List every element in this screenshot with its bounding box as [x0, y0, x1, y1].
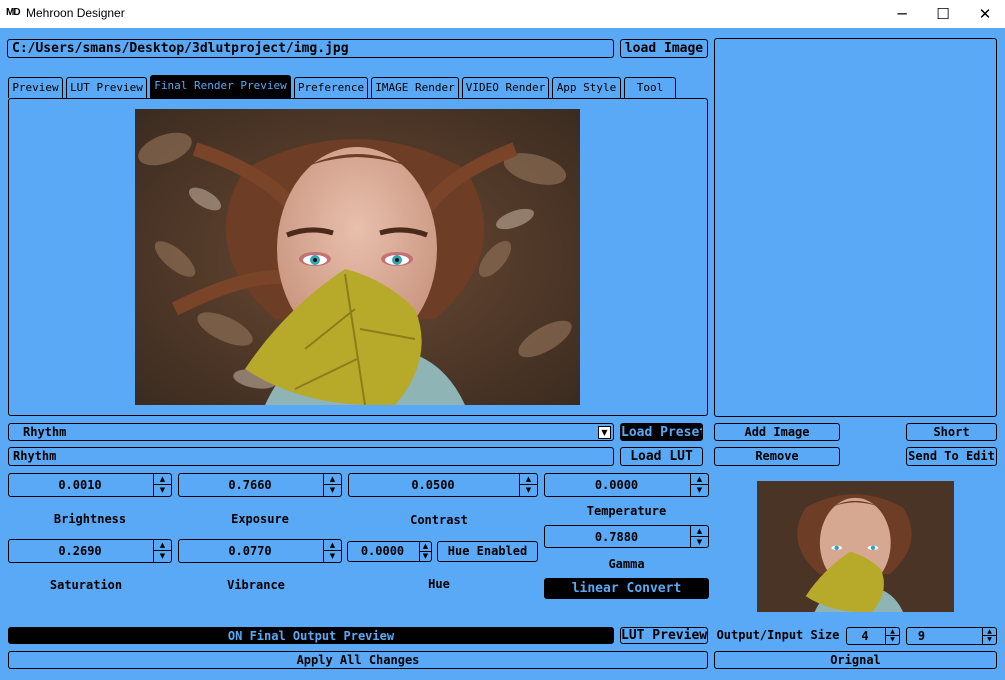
saturation-value[interactable]: 0.2690	[9, 540, 151, 562]
saturation-label: Saturation	[49, 578, 123, 592]
spin-down-icon[interactable]: ▼	[154, 551, 171, 562]
short-button[interactable]: Short	[906, 423, 997, 441]
lut-preview-button[interactable]: LUT Preview	[620, 627, 708, 644]
spin-down-icon[interactable]: ▼	[324, 551, 341, 562]
image-path-input[interactable]: C:/Users/smans/Desktop/3dlutproject/img.…	[7, 39, 614, 58]
spin-down-icon[interactable]: ▼	[154, 485, 171, 496]
load-preset-button[interactable]: Load Preset	[620, 423, 703, 441]
spin-down-icon[interactable]: ▼	[324, 485, 341, 496]
vibrance-value[interactable]: 0.0770	[179, 540, 321, 562]
load-lut-button[interactable]: Load LUT	[620, 447, 703, 466]
contrast-spinbox[interactable]: 0.0500 ▲ ▼	[348, 473, 538, 497]
remove-button[interactable]: Remove	[714, 447, 840, 466]
spin-down-icon[interactable]: ▼	[983, 636, 996, 644]
spin-up-icon[interactable]: ▲	[886, 628, 899, 636]
temperature-spinbox[interactable]: 0.0000 ▲ ▼	[544, 473, 709, 497]
output-input-size-label: Output/Input Size	[716, 628, 840, 642]
tab-image-render[interactable]: IMAGE Render	[371, 77, 459, 98]
thumbnail-image[interactable]	[757, 481, 954, 612]
output-size-value[interactable]: 4	[847, 628, 883, 644]
spin-up-icon[interactable]: ▲	[154, 540, 171, 551]
spin-down-icon[interactable]: ▼	[691, 537, 708, 548]
temperature-label: Temperature	[586, 504, 667, 518]
tab-lut-preview[interactable]: LUT Preview	[66, 77, 147, 98]
preset-name-input[interactable]: Rhythm	[8, 447, 614, 466]
saturation-spinbox[interactable]: 0.2690 ▲ ▼	[8, 539, 172, 563]
spin-up-icon[interactable]: ▲	[154, 474, 171, 485]
input-size-spinbox[interactable]: 9 ▲ ▼	[906, 627, 997, 645]
minimize-button[interactable]: ─	[880, 0, 924, 28]
contrast-label: Contrast	[410, 513, 468, 527]
preview-image	[135, 109, 580, 405]
hue-value[interactable]: 0.0000	[348, 542, 417, 561]
gamma-label: Gamma	[608, 557, 645, 571]
hue-enabled-checkbox[interactable]: Hue Enabled	[437, 541, 538, 562]
spin-down-icon[interactable]: ▼	[691, 485, 708, 496]
brightness-spinbox[interactable]: 0.0010 ▲ ▼	[8, 473, 172, 497]
tab-final-render-preview[interactable]: Final Render Preview	[150, 75, 291, 98]
input-size-value[interactable]: 9	[907, 628, 936, 644]
spin-up-icon[interactable]: ▲	[420, 542, 431, 552]
exposure-label: Exposure	[231, 512, 289, 526]
gamma-spinbox[interactable]: 0.7880 ▲ ▼	[544, 525, 709, 548]
maximize-button[interactable]: ☐	[921, 0, 965, 28]
spin-up-icon[interactable]: ▲	[520, 474, 537, 485]
exposure-value[interactable]: 0.7660	[179, 474, 321, 496]
title-bar: MD Mehroon Designer ─ ☐ ✕	[0, 0, 1005, 28]
preset-dropdown[interactable]: Rhythm ▼	[8, 423, 614, 441]
hue-label: Hue	[428, 577, 450, 591]
load-image-button[interactable]: load Image	[620, 39, 708, 58]
spin-up-icon[interactable]: ▲	[324, 540, 341, 551]
tab-video-render[interactable]: VIDEO Render	[462, 77, 549, 98]
spin-up-icon[interactable]: ▲	[691, 526, 708, 537]
exposure-spinbox[interactable]: 0.7660 ▲ ▼	[178, 473, 342, 497]
send-to-edit-button[interactable]: Send To Edit	[906, 447, 997, 466]
final-output-preview-toggle[interactable]: ON Final Output Preview	[8, 627, 614, 644]
vibrance-spinbox[interactable]: 0.0770 ▲ ▼	[178, 539, 342, 563]
spin-down-icon[interactable]: ▼	[520, 485, 537, 496]
window-title: Mehroon Designer	[26, 6, 125, 20]
tab-tool[interactable]: Tool	[624, 77, 676, 98]
image-list-panel[interactable]	[714, 38, 997, 417]
tab-app-style[interactable]: App Style	[552, 77, 621, 98]
brightness-value[interactable]: 0.0010	[9, 474, 151, 496]
app-logo: MD	[6, 7, 21, 18]
spin-up-icon[interactable]: ▲	[691, 474, 708, 485]
vibrance-label: Vibrance	[227, 578, 285, 592]
output-size-spinbox[interactable]: 4 ▲ ▼	[846, 627, 900, 645]
spin-down-icon[interactable]: ▼	[886, 636, 899, 644]
spin-down-icon[interactable]: ▼	[420, 552, 431, 562]
tab-preference[interactable]: Preference	[294, 77, 368, 98]
temperature-value[interactable]: 0.0000	[545, 474, 688, 496]
chevron-down-icon[interactable]: ▼	[598, 426, 611, 439]
add-image-button[interactable]: Add Image	[714, 423, 840, 441]
hue-spinbox[interactable]: 0.0000 ▲ ▼	[347, 541, 432, 562]
spin-up-icon[interactable]: ▲	[983, 628, 996, 636]
close-button[interactable]: ✕	[963, 0, 1005, 28]
gamma-value[interactable]: 0.7880	[545, 526, 688, 547]
original-button[interactable]: Orignal	[714, 651, 997, 669]
contrast-value[interactable]: 0.0500	[349, 474, 517, 496]
spin-up-icon[interactable]: ▲	[324, 474, 341, 485]
preset-dropdown-value: Rhythm	[23, 425, 67, 439]
linear-convert-button[interactable]: linear Convert	[544, 578, 709, 599]
tab-preview[interactable]: Preview	[8, 77, 63, 98]
brightness-label: Brightness	[53, 512, 127, 526]
apply-all-changes-button[interactable]: Apply All Changes	[8, 651, 708, 669]
